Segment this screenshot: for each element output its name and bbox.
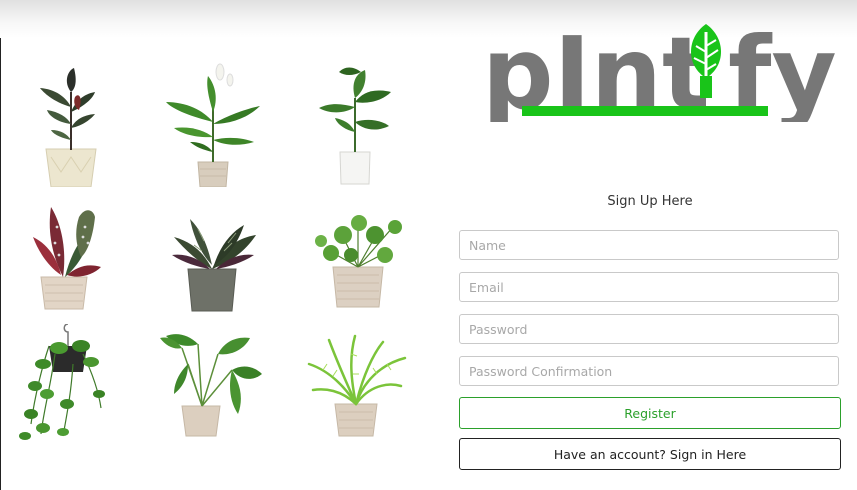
signup-title: Sign Up Here: [607, 194, 693, 209]
name-input[interactable]: [459, 230, 839, 260]
plant-image-calathea: [158, 197, 268, 322]
plntify-logo: pInt fy: [480, 18, 840, 122]
password-input[interactable]: [459, 314, 839, 344]
password-confirmation-input[interactable]: [459, 356, 839, 386]
logo-underline: [522, 106, 768, 116]
plant-image-monstera: [303, 62, 413, 187]
email-input[interactable]: [459, 272, 839, 302]
plant-image-begonia: [13, 197, 123, 322]
plant-image-fern: [303, 324, 413, 449]
plant-image-peace-lily: [158, 62, 268, 187]
plant-image-pilea: [303, 197, 413, 322]
signin-link-button[interactable]: Have an account? Sign in Here: [459, 438, 841, 470]
register-button[interactable]: Register: [459, 397, 841, 429]
plant-image-rubber-plant: [13, 62, 123, 187]
left-border: [0, 38, 1, 490]
plant-gallery: [10, 62, 420, 447]
plant-image-alocasia: [158, 324, 268, 449]
plant-image-pothos-hanging: [13, 324, 123, 449]
